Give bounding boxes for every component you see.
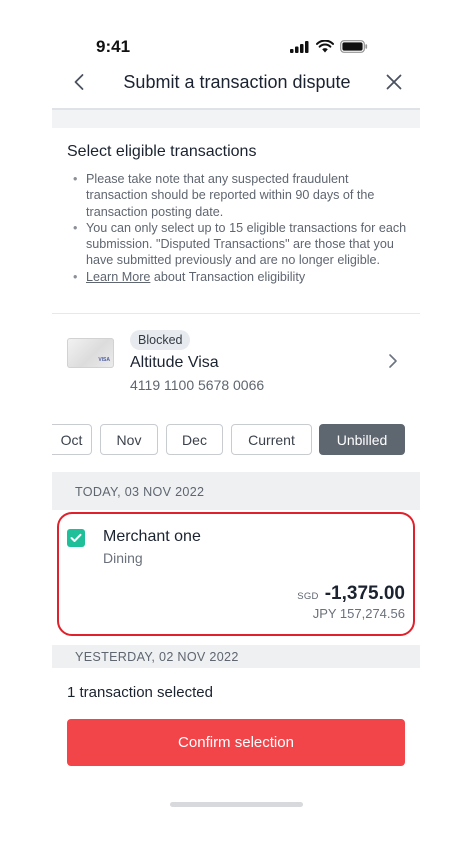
status-time: 9:41 xyxy=(96,37,131,56)
card-brand: VISA xyxy=(98,357,110,363)
battery-icon xyxy=(340,40,368,53)
check-icon xyxy=(70,533,82,542)
amount-row: SGD -1,375.00 xyxy=(297,583,405,605)
tab-current[interactable]: Current xyxy=(231,424,312,455)
chevron-right-icon[interactable] xyxy=(384,350,402,372)
currency-code: SGD xyxy=(297,591,319,602)
note-item: Please take note that any suspected frau… xyxy=(70,171,410,220)
checkbox[interactable] xyxy=(67,529,85,547)
card-image: VISA xyxy=(67,338,114,368)
confirm-selection-button[interactable]: Confirm selection xyxy=(67,719,405,766)
status-badge: Blocked xyxy=(130,330,191,350)
date-label: TODAY, 03 NOV 2022 xyxy=(75,485,205,499)
merchant-name: Merchant one xyxy=(103,528,201,545)
tab-oct[interactable]: Oct xyxy=(52,424,92,455)
transaction-amount: -1,375.00 xyxy=(324,583,405,604)
tab-nov[interactable]: Nov xyxy=(100,424,158,455)
learn-more-suffix: about Transaction eligibility xyxy=(150,269,306,284)
date-label: YESTERDAY, 02 NOV 2022 xyxy=(75,650,239,664)
home-indicator xyxy=(170,802,303,807)
section-title: Select eligible transactions xyxy=(67,143,257,160)
cellular-icon xyxy=(290,40,309,53)
learn-more-link[interactable]: Learn More xyxy=(86,270,150,284)
close-icon[interactable] xyxy=(382,70,406,94)
status-icons xyxy=(290,40,368,53)
wifi-icon xyxy=(316,40,334,53)
divider xyxy=(52,313,420,314)
selection-count: 1 transaction selected xyxy=(67,684,213,701)
eligibility-notes: Please take note that any suspected frau… xyxy=(70,171,410,285)
section-spacer xyxy=(52,110,420,128)
merchant-category: Dining xyxy=(103,550,143,566)
foreign-amount: JPY 157,274.56 xyxy=(312,606,405,621)
note-item-learn-more: Learn More about Transaction eligibility xyxy=(70,269,410,286)
note-item: You can only select up to 15 eligible tr… xyxy=(70,220,410,269)
card-number: 4119 1100 5678 0066 xyxy=(130,377,265,393)
card-name: Altitude Visa xyxy=(130,354,219,371)
tab-dec[interactable]: Dec xyxy=(166,424,223,455)
tab-unbilled[interactable]: Unbilled xyxy=(319,424,405,455)
